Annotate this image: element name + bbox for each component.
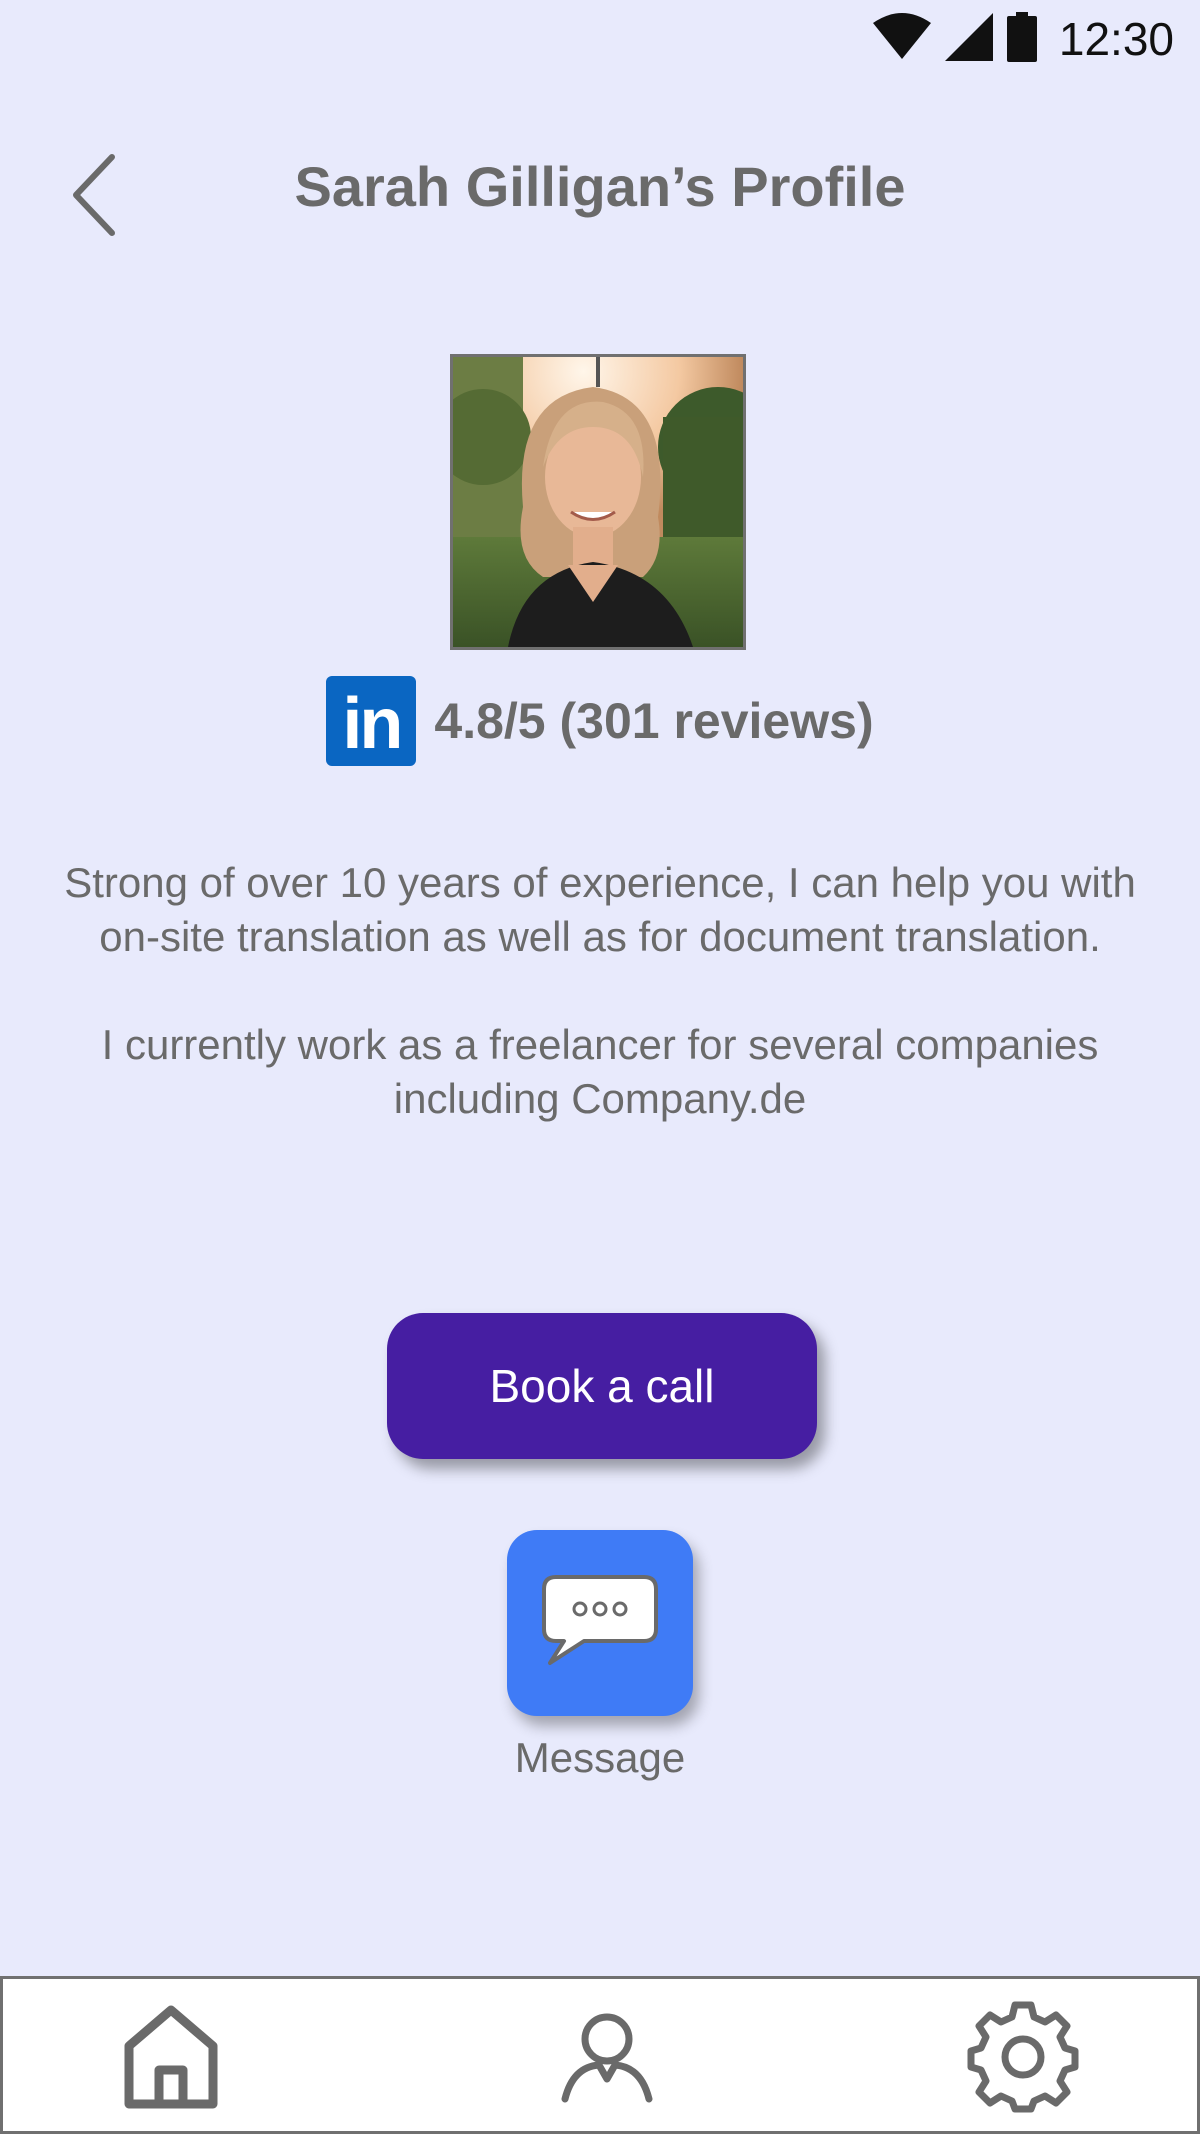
status-bar: 12:30: [0, 0, 1200, 80]
page-title: Sarah Gilligan’s Profile: [294, 155, 906, 218]
wifi-icon: [872, 12, 931, 66]
battery-icon: [1006, 11, 1037, 67]
rating-text: 4.8/5 (301 reviews): [434, 693, 874, 749]
header: Sarah Gilligan’s Profile: [0, 140, 1200, 240]
settings-gear-icon: [967, 2001, 1079, 2118]
profile-icon: [559, 2009, 655, 2110]
home-icon: [123, 2004, 219, 2115]
linkedin-icon[interactable]: in: [326, 676, 417, 766]
status-time: 12:30: [1058, 13, 1174, 65]
bio-paragraph: Strong of over 10 years of experience, I…: [64, 859, 1136, 960]
cellular-signal-icon: [944, 12, 993, 66]
rating-row: in 4.8/5 (301 reviews): [0, 676, 1200, 766]
status-icons: 12:30: [872, 10, 1174, 68]
chat-bubble-icon: [540, 1573, 660, 1674]
message-label: Message: [514, 1734, 686, 1781]
profile-photo: [450, 354, 746, 650]
bio-paragraph: I currently work as a freelancer for sev…: [101, 1021, 1099, 1122]
book-call-button[interactable]: Book a call: [387, 1313, 817, 1459]
message-button[interactable]: [507, 1530, 693, 1716]
nav-item-home[interactable]: [111, 1999, 231, 2119]
nav-item-profile[interactable]: [547, 1999, 667, 2119]
nav-item-settings[interactable]: [963, 1999, 1083, 2119]
bottom-nav: [0, 1976, 1200, 2134]
profile-bio: Strong of over 10 years of experience, I…: [60, 856, 1140, 1126]
